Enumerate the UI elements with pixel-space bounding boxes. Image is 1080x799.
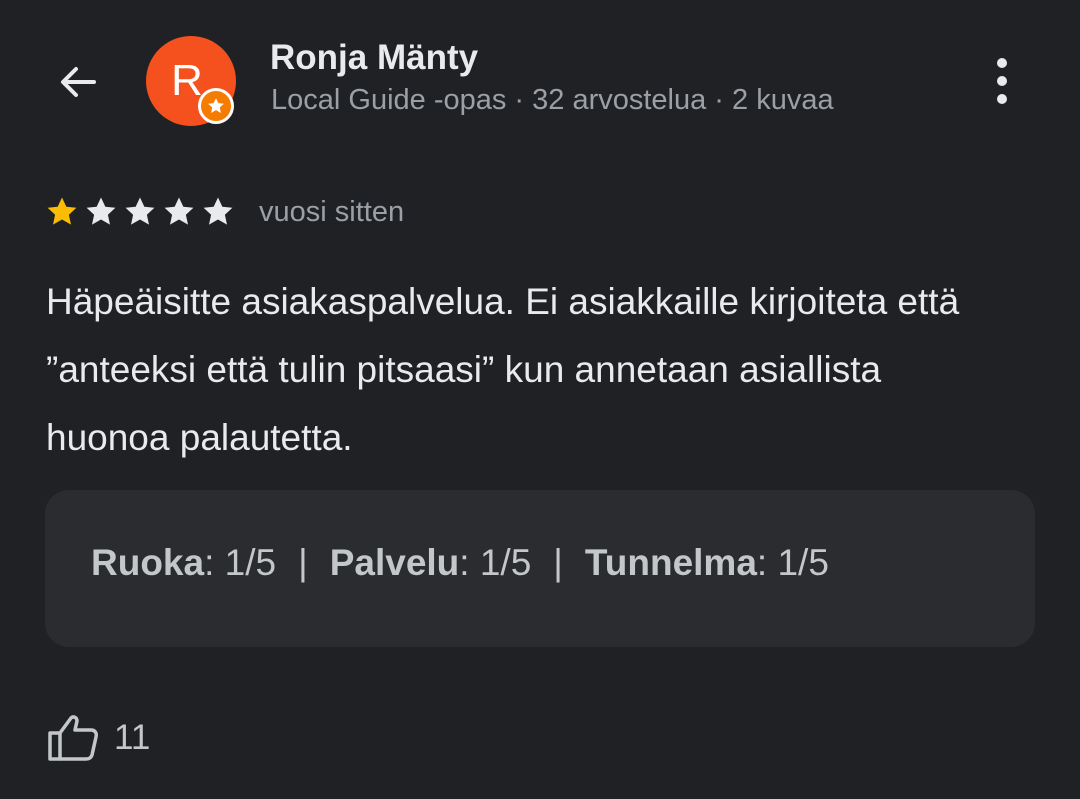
reviewer-meta: Local Guide -opas · 32 arvostelua · 2 ku… [271,84,834,116]
star-icon [208,98,224,113]
local-guide-badge [198,88,234,124]
star-empty-icon [164,197,194,225]
sub-rating-separator: | [553,542,563,583]
review-detail-screen: R Ronja Mänty Local Guide -opas · 32 arv… [0,0,1080,799]
star-rating [44,194,239,230]
review-date: vuosi sitten [259,195,405,228]
more-options-button[interactable] [978,52,1026,110]
thumbs-up-icon [48,715,98,761]
like-button[interactable]: 11 [46,710,150,766]
sub-rating-food: Ruoka: 1/5 [91,542,277,583]
sub-ratings-card: Ruoka: 1/5 | Palvelu: 1/5 | Tunnelma: 1/5 [45,490,1035,647]
star-empty-icon [86,197,116,225]
sub-rating-atmosphere: Tunnelma: 1/5 [584,542,829,583]
avatar-initial: R [171,56,203,105]
like-count: 11 [114,718,151,757]
sub-ratings-line: Ruoka: 1/5 | Palvelu: 1/5 | Tunnelma: 1/5 [91,542,829,584]
star-empty-icon [125,197,155,225]
rating-row: vuosi sitten [44,192,404,232]
review-text: Häpeäisitte asiakaspalvelua. Ei asiakkai… [46,281,960,458]
star-empty-icon [203,197,233,225]
sub-rating-separator: | [298,542,308,583]
more-vertical-icon [997,58,1007,68]
reviewer-name[interactable]: Ronja Mänty [270,38,478,78]
arrow-left-icon [61,67,96,97]
star-filled-icon [47,197,77,225]
back-button[interactable] [52,56,104,108]
sub-rating-service: Palvelu: 1/5 [329,542,532,583]
